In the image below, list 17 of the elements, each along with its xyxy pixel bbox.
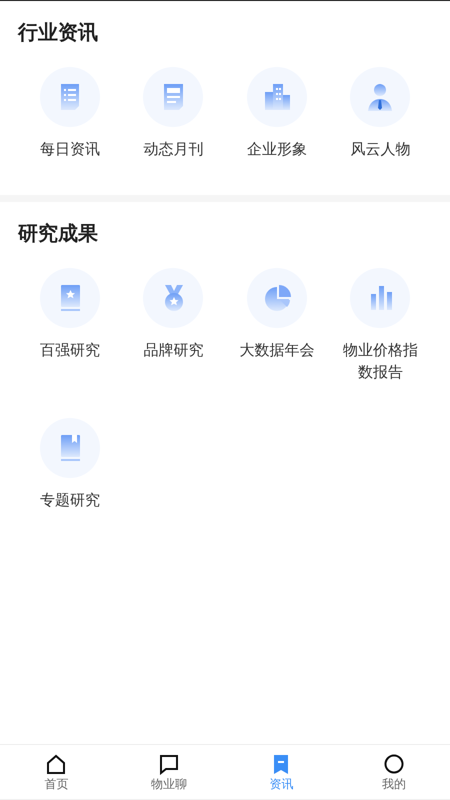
tab-bar-item[interactable]: 首页: [0, 745, 112, 799]
section-title: 研究成果: [18, 222, 99, 247]
menu-item-label[interactable]: 大数据年会: [234, 340, 320, 362]
section-title: 行业资讯: [18, 21, 99, 46]
menu-item-label[interactable]: 专题研究: [26, 490, 113, 512]
menu-item-label[interactable]: 品牌研究: [130, 340, 216, 362]
menu-item-label[interactable]: 百强研究: [26, 340, 113, 362]
chat-icon: [158, 753, 180, 775]
profile-icon: [382, 753, 405, 775]
menu-item-label[interactable]: 企业形象: [234, 139, 320, 161]
tab-bar-item[interactable]: 我的: [338, 745, 450, 799]
menu-item-label[interactable]: 每日资讯: [26, 139, 113, 161]
menu-item-label[interactable]: 风云人物: [337, 139, 424, 161]
tab-bar-item[interactable]: 物业聊: [112, 745, 225, 799]
menu-item-label[interactable]: 物业价格指数报告: [337, 340, 424, 384]
menu-item-label[interactable]: 动态月刊: [130, 139, 216, 161]
home-icon: [45, 753, 68, 775]
